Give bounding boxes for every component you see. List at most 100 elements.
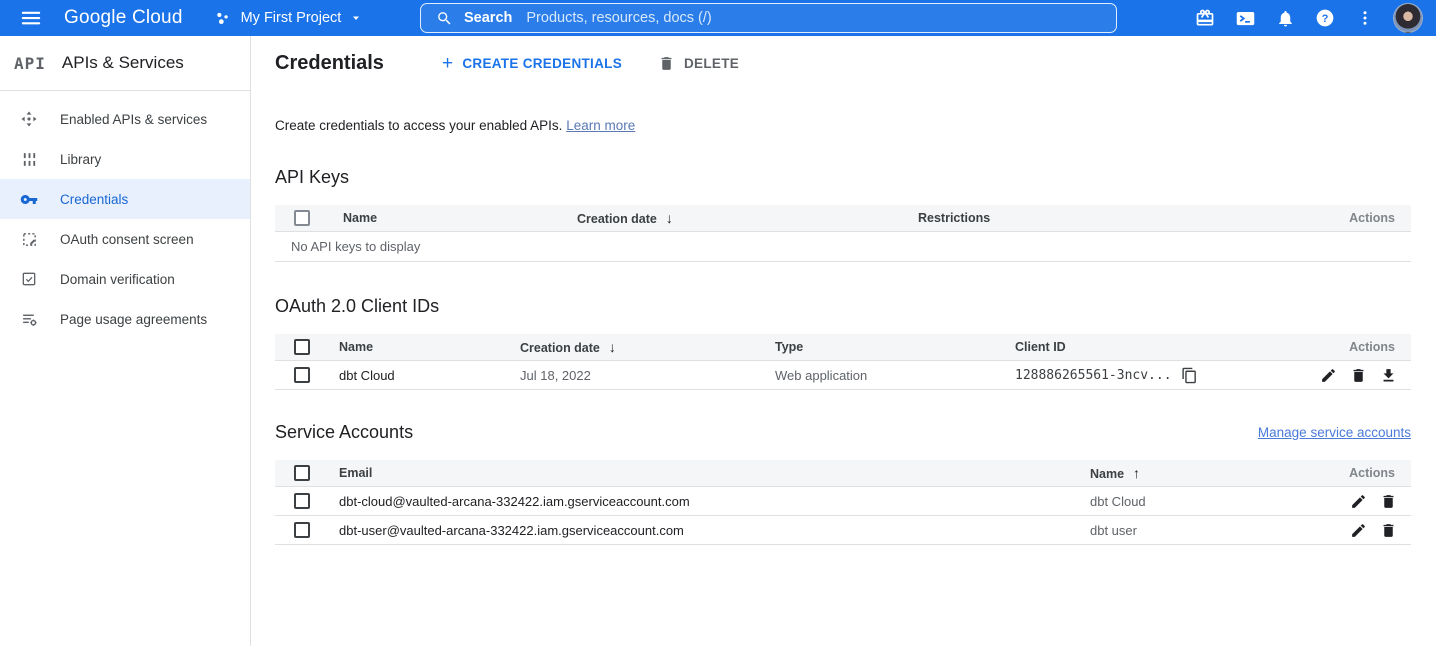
edit-icon[interactable]	[1350, 493, 1367, 510]
more-options-kebab-icon[interactable]	[1353, 6, 1377, 30]
cloud-shell-icon[interactable]	[1233, 6, 1257, 30]
page-usage-agreements-icon	[20, 310, 38, 328]
sidebar-item-credentials[interactable]: Credentials	[0, 179, 250, 219]
main-content: Credentials + CREATE CREDENTIALS DELETE …	[251, 36, 1436, 646]
search-label: Search	[464, 10, 512, 26]
delete-icon[interactable]	[1380, 493, 1397, 510]
sidebar-item-label: OAuth consent screen	[60, 232, 194, 247]
column-header-actions: Actions	[1349, 340, 1411, 354]
sidebar-item-enabled-apis[interactable]: Enabled APIs & services	[0, 99, 250, 139]
service-accounts-table: Email Name↑ Actions dbt-cloud@vaulted-ar…	[275, 460, 1411, 545]
row-checkbox[interactable]	[294, 367, 310, 383]
account-avatar[interactable]	[1393, 3, 1423, 33]
sidebar: API APIs & Services Enabled APIs & servi…	[0, 36, 251, 646]
service-account-name: dbt user	[1090, 523, 1311, 538]
row-actions	[1320, 367, 1411, 384]
table-row: dbt-cloud@vaulted-arcana-332422.iam.gser…	[275, 487, 1411, 516]
sidebar-item-library[interactable]: Library	[0, 139, 250, 179]
sort-asc-icon: ↑	[1133, 465, 1140, 481]
domain-verification-icon	[20, 270, 38, 288]
enabled-apis-icon	[20, 110, 38, 128]
service-account-email: dbt-cloud@vaulted-arcana-332422.iam.gser…	[339, 494, 1090, 509]
download-icon[interactable]	[1380, 367, 1397, 384]
api-keys-table-header: Name Creation date↓ Restrictions Actions	[275, 205, 1411, 232]
column-header-name[interactable]: Name	[343, 211, 577, 225]
sidebar-item-oauth-consent[interactable]: OAuth consent screen	[0, 219, 250, 259]
project-selector[interactable]: My First Project	[213, 9, 363, 28]
service-accounts-titlebar: Service Accounts Manage service accounts	[275, 422, 1411, 443]
sidebar-header: API APIs & Services	[0, 36, 250, 91]
edit-icon[interactable]	[1320, 367, 1337, 384]
column-header-client-id[interactable]: Client ID	[1015, 340, 1301, 354]
column-header-name[interactable]: Name↑	[1090, 465, 1311, 481]
free-trial-gift-icon[interactable]	[1193, 6, 1217, 30]
delete-button[interactable]: DELETE	[658, 55, 739, 72]
table-row: dbt Cloud Jul 18, 2022 Web application 1…	[275, 361, 1411, 390]
topbar: Google Cloud My First Project Search Pro…	[0, 0, 1436, 36]
learn-more-link[interactable]: Learn more	[566, 118, 635, 133]
oauth-client-type: Web application	[775, 368, 1015, 383]
select-all-checkbox[interactable]	[294, 465, 310, 481]
page-title: Credentials	[275, 52, 384, 75]
google-cloud-logo[interactable]: Google Cloud	[64, 7, 183, 29]
oauth-client-name: dbt Cloud	[339, 368, 520, 383]
topbar-actions: ?	[1193, 3, 1436, 33]
sidebar-item-label: Credentials	[60, 192, 128, 207]
search-icon	[436, 10, 453, 27]
copy-icon[interactable]	[1181, 367, 1198, 384]
oauth-client-creation-date: Jul 18, 2022	[520, 368, 775, 383]
column-header-name[interactable]: Name	[339, 340, 520, 354]
sidebar-item-label: Domain verification	[60, 272, 175, 287]
service-accounts-table-header: Email Name↑ Actions	[275, 460, 1411, 487]
svg-text:?: ?	[1322, 13, 1329, 25]
trash-icon	[658, 55, 675, 72]
sidebar-item-domain-verification[interactable]: Domain verification	[0, 259, 250, 299]
oauth-client-id: 128886265561-3ncv...	[1015, 367, 1301, 384]
service-accounts-title: Service Accounts	[275, 422, 413, 443]
service-account-email: dbt-user@vaulted-arcana-332422.iam.gserv…	[339, 523, 1090, 538]
chevron-down-icon	[350, 12, 362, 24]
select-all-checkbox[interactable]	[294, 339, 310, 355]
menu-icon[interactable]	[19, 6, 43, 30]
search-input[interactable]: Search Products, resources, docs (/)	[420, 3, 1117, 33]
column-header-actions: Actions	[1349, 211, 1411, 225]
column-header-email[interactable]: Email	[339, 466, 1090, 480]
sidebar-nav: Enabled APIs & services Library Credenti…	[0, 91, 250, 339]
sidebar-item-label: Library	[60, 152, 101, 167]
sidebar-item-label: Page usage agreements	[60, 312, 207, 327]
plus-icon: +	[442, 54, 453, 73]
api-keys-empty-message: No API keys to display	[275, 232, 1411, 262]
column-header-creation-date[interactable]: Creation date↓	[520, 339, 775, 355]
sidebar-item-label: Enabled APIs & services	[60, 112, 207, 127]
oauth-clients-title: OAuth 2.0 Client IDs	[275, 296, 1411, 317]
edit-icon[interactable]	[1350, 522, 1367, 539]
sidebar-item-page-usage-agreements[interactable]: Page usage agreements	[0, 299, 250, 339]
project-name: My First Project	[241, 10, 342, 26]
service-account-name: dbt Cloud	[1090, 494, 1311, 509]
create-credentials-button[interactable]: + CREATE CREDENTIALS	[442, 54, 622, 73]
manage-service-accounts-link[interactable]: Manage service accounts	[1258, 425, 1411, 440]
column-header-type[interactable]: Type	[775, 340, 1015, 354]
api-product-icon: API	[14, 54, 46, 73]
select-all-checkbox[interactable]	[294, 210, 310, 226]
column-header-creation-date[interactable]: Creation date↓	[577, 210, 918, 226]
sort-desc-icon: ↓	[666, 210, 673, 226]
delete-icon[interactable]	[1350, 367, 1367, 384]
row-actions	[1350, 522, 1411, 539]
delete-icon[interactable]	[1380, 522, 1397, 539]
api-keys-title: API Keys	[275, 167, 1411, 188]
column-header-restrictions[interactable]: Restrictions	[918, 211, 1301, 225]
table-row: dbt-user@vaulted-arcana-332422.iam.gserv…	[275, 516, 1411, 545]
notifications-bell-icon[interactable]	[1273, 6, 1297, 30]
api-keys-table: Name Creation date↓ Restrictions Actions…	[275, 205, 1411, 262]
help-icon[interactable]: ?	[1313, 6, 1337, 30]
key-icon	[20, 190, 38, 208]
intro-text: Create credentials to access your enable…	[275, 118, 1411, 133]
oauth-clients-table: Name Creation date↓ Type Client ID Actio…	[275, 334, 1411, 390]
row-checkbox[interactable]	[294, 493, 310, 509]
row-checkbox[interactable]	[294, 522, 310, 538]
sort-desc-icon: ↓	[609, 339, 616, 355]
page-header: Credentials + CREATE CREDENTIALS DELETE	[251, 36, 1436, 91]
project-icon	[213, 9, 232, 28]
library-icon	[20, 150, 38, 168]
